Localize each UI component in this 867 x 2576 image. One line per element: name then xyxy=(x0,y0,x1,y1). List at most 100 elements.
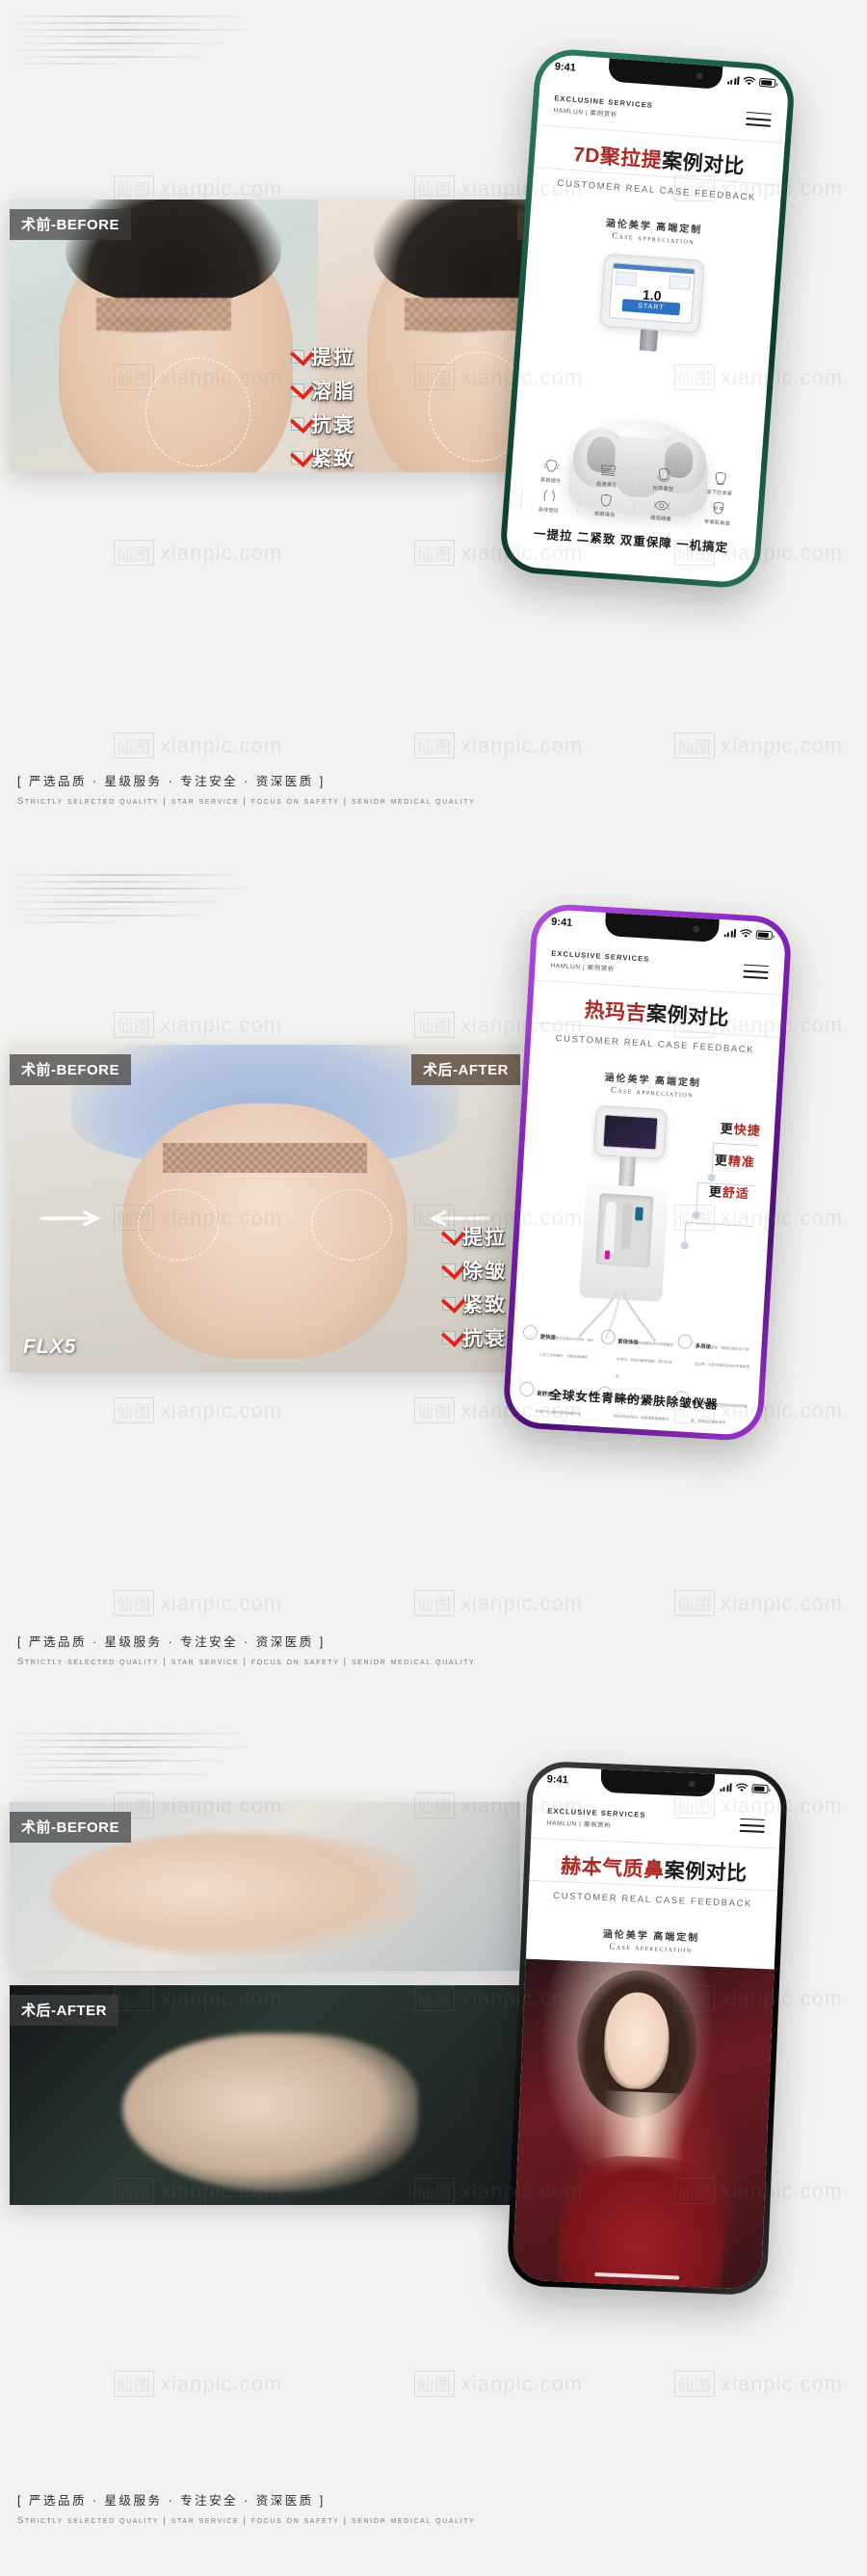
hamburger-menu-icon[interactable] xyxy=(743,960,769,984)
checklist-item: 除皱 xyxy=(442,1256,507,1285)
status-time: 9:41 xyxy=(546,1773,568,1787)
brand-line-2: HAMLUN | 案例赏析 xyxy=(546,1819,612,1830)
hamburger-menu-icon[interactable] xyxy=(739,1814,766,1837)
check-icon xyxy=(442,1263,456,1277)
footer-cn-3: [ 严选品质 · 星级服务 · 专注安全 · 资深医质 ] xyxy=(17,2494,326,2508)
icon-label: 疤痕填充 xyxy=(593,511,616,519)
section-footer-1: [ 严选品质 · 星级服务 · 专注安全 · 资深医质 ] Strictly s… xyxy=(17,771,475,807)
check-icon xyxy=(442,1297,456,1311)
before-label-2: 术前-BEFORE xyxy=(10,1054,132,1085)
experience-icon xyxy=(600,1329,616,1345)
status-bar-2: 9:41 xyxy=(537,909,786,948)
benefit-checklist-1: 提拉 溶脂 抗衰 紧致 xyxy=(291,342,355,472)
feature-cell: 更佳体验手柄震动与冷却喷雾同步进行，有效分散疼痛感，提升舒适度 xyxy=(598,1329,675,1385)
page-title-3: 赫本气质鼻案例对比 xyxy=(529,1849,778,1889)
phone-screen-2[interactable]: 9:41 EXCLUSIVE SERVICES HAMLUN | 案例赏析 热玛… xyxy=(508,908,787,1437)
device-column xyxy=(618,1156,636,1187)
case-section-2: 术前-BEFORE 术后-AFTER FLX5 提拉 除皱 紧致 抗衰 9:41 xyxy=(0,859,867,1717)
page-subtitle-3: CUSTOMER REAL CASE FEEDBACK xyxy=(552,1890,753,1910)
brand-stamp-2: FLX5 xyxy=(23,1336,77,1358)
phone-footer-1: 一提拉 二紧致 双重保障 一机搞定 xyxy=(533,526,729,555)
before-label-1: 术前-BEFORE xyxy=(10,209,132,240)
footer-cn-2: [ 严选品质 · 星级服务 · 专注安全 · 资深医质 ] xyxy=(17,1635,326,1649)
fast-face-icon xyxy=(522,1324,539,1341)
battery-icon xyxy=(751,1783,769,1793)
section-footer-2: [ 严选品质 · 星级服务 · 专注安全 · 资深医质 ] Strictly s… xyxy=(17,1632,475,1667)
check-icon xyxy=(291,350,304,363)
before-photo xyxy=(10,199,318,472)
before-after-photo-2: 术前-BEFORE 术后-AFTER FLX5 提拉 除皱 紧致 抗衰 xyxy=(10,1045,520,1372)
check-icon xyxy=(442,1230,456,1243)
checklist-item: 紧致 xyxy=(291,443,355,472)
phone-screen-3[interactable]: 9:41 EXCLUSIVE SERVICES HAMLUN | 案例赏析 赫本… xyxy=(512,1766,783,2291)
phone-mockup-1: 9:41 EXCLUSINE SERVICES HAMLUN | 案例赏析 7D… xyxy=(498,46,797,591)
after-label-2: 术后-AFTER xyxy=(411,1054,520,1085)
icon-cell: 胶原再生 xyxy=(579,462,637,490)
signal-bars-icon xyxy=(719,1782,732,1792)
hamburger-menu-icon[interactable] xyxy=(745,107,773,131)
before-label-3: 术前-BEFORE xyxy=(10,1812,132,1843)
app-header-3: EXCLUSIVE SERVICES HAMLUN | 案例赏析 xyxy=(532,1805,781,1838)
feature-cell: 多用途面部、眼周及身体多个部位适用，可配合眼部及身体手柄使用 xyxy=(675,1334,752,1390)
icon-label: 紧致提升 xyxy=(539,477,562,485)
model-photo-3 xyxy=(512,1958,775,2291)
phone-mockup-2: 9:41 EXCLUSIVE SERVICES HAMLUN | 案例赏析 热玛… xyxy=(502,902,793,1443)
title-normal: 案例对比 xyxy=(645,1002,730,1030)
status-time: 9:41 xyxy=(554,61,577,74)
title-highlight: 7D聚拉提 xyxy=(572,143,664,173)
check-icon xyxy=(291,417,304,431)
status-time: 9:41 xyxy=(550,916,573,929)
arrow-left-icon xyxy=(39,1209,101,1227)
icon-label: 双下巴收紧 xyxy=(705,489,733,497)
icon-cell: 疤痕填充 xyxy=(576,491,634,519)
title-highlight: 热玛吉 xyxy=(583,998,647,1025)
status-bar-1: 9:41 xyxy=(540,53,790,96)
title-normal: 案例对比 xyxy=(661,149,746,178)
footer-cn-1: [ 严选品质 · 星级服务 · 专注安全 · 资深医质 ] xyxy=(17,775,326,788)
footer-en-2: Strictly selected quality | star service… xyxy=(17,1657,476,1667)
feature-connector-lines xyxy=(680,1142,758,1250)
phone-screen-1[interactable]: 9:41 EXCLUSINE SERVICES HAMLUN | 案例赏析 7D… xyxy=(504,53,791,584)
check-icon xyxy=(291,384,304,397)
benefit-checklist-2: 提拉 除皱 紧致 抗衰 xyxy=(442,1222,507,1357)
wifi-icon xyxy=(740,929,752,938)
page-subtitle-1: CUSTOMER REAL CASE FEEDBACK xyxy=(557,177,757,203)
after-label-3: 术后-AFTER xyxy=(10,1995,118,2026)
section-footer-3: [ 严选品质 · 星级服务 · 专注安全 · 资深医质 ] Strictly s… xyxy=(17,2490,475,2526)
wifi-icon xyxy=(743,76,756,86)
checklist-item: 提拉 xyxy=(291,342,355,371)
app-header-2: EXCLUSIVE SERVICES HAMLUN | 案例赏析 xyxy=(535,947,784,985)
device-cabinet xyxy=(579,1183,670,1303)
feature-item: 更快捷 xyxy=(720,1121,762,1138)
footer-en-1: Strictly selected quality | star service… xyxy=(17,796,476,807)
after-photo-3: 术后-AFTER xyxy=(10,1985,520,2205)
device-screen: 1.0 START xyxy=(599,252,705,333)
icon-cell: 身体塑形 xyxy=(520,488,578,516)
signal-bars-icon xyxy=(723,928,737,938)
title-normal: 案例对比 xyxy=(664,1859,749,1886)
brush-stroke-decoration xyxy=(8,870,258,930)
icon-cell: 苹果肌再造 xyxy=(689,500,747,528)
privacy-mosaic xyxy=(163,1143,367,1173)
icon-label: 轮廓重塑 xyxy=(652,485,674,493)
brush-stroke-decoration xyxy=(8,12,258,71)
icon-label: 苹果肌再造 xyxy=(703,518,731,527)
icon-cell: 双下巴收紧 xyxy=(691,470,749,498)
icon-cell: 紧致提升 xyxy=(522,458,580,486)
checklist-item: 抗衰 xyxy=(291,410,355,438)
case-section-3: 术前-BEFORE 术后-AFTER 9:41 EXCLUSIVE SERVIC… xyxy=(0,1717,867,2576)
signal-bars-icon xyxy=(726,75,740,85)
icon-cell: 轮廓重塑 xyxy=(635,466,693,494)
battery-icon xyxy=(755,929,774,940)
checklist-item: 紧致 xyxy=(442,1289,507,1318)
device-neck xyxy=(639,329,659,352)
title-highlight: 赫本气质鼻 xyxy=(560,1855,666,1882)
checklist-item: 提拉 xyxy=(442,1222,507,1251)
icon-label: 胶原再生 xyxy=(596,481,617,490)
case-section-1: 术前-BEFORE 术后-AFTER 提拉 溶脂 抗衰 紧致 9:41 EXC xyxy=(0,0,867,859)
battery-icon xyxy=(758,77,776,88)
page-title-2: 热玛吉案例对比 xyxy=(532,992,781,1035)
phone-mockup-3: 9:41 EXCLUSIVE SERVICES HAMLUN | 案例赏析 赫本… xyxy=(506,1760,789,2297)
multiuse-icon xyxy=(677,1334,694,1350)
brush-stroke-decoration xyxy=(8,1729,258,1789)
